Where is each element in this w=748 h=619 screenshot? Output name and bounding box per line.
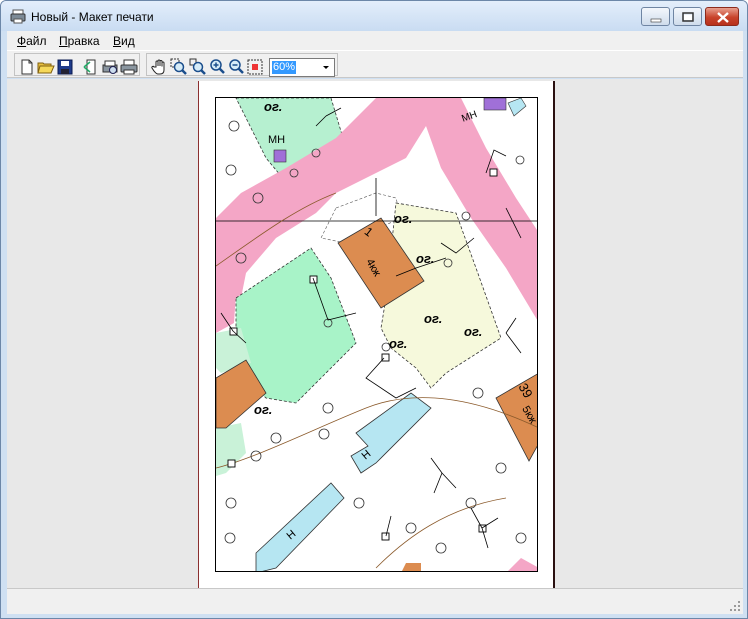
pan-hand-icon [151,59,165,75]
fit-page-button[interactable] [246,58,264,76]
zoom-in-area-button[interactable] [170,58,188,76]
chevron-down-icon[interactable] [318,59,334,76]
zoom-out-area-button[interactable] [189,58,207,76]
map-label-og6: ог. [389,336,407,351]
zoom-combobox[interactable]: 60% [269,58,335,77]
map-label-og1: ог. [264,99,282,114]
window-title: Новый - Макет печати [31,10,154,24]
printer-app-icon [10,9,26,24]
map-label-mn: МН [268,134,285,146]
map-label-og4: ог. [424,311,442,326]
zoom-in-icon [210,59,225,74]
zoom-value: 60% [272,61,296,74]
map-view[interactable]: ог. ог. ог. ог. ог. ог. ог. МН МН 1 4кж … [215,97,538,572]
menu-edit[interactable]: Правка [59,34,100,48]
close-icon [717,12,729,23]
open-button[interactable] [37,58,55,76]
new-document-icon [21,59,33,75]
minimize-button[interactable] [641,7,670,26]
map-label-og2: ог. [394,211,412,226]
save-button[interactable] [56,58,74,76]
page-setup-icon [83,59,96,75]
menu-view[interactable]: Вид [113,34,135,48]
status-bar [7,588,743,614]
zoom-in-button[interactable] [208,58,226,76]
file-toolbar-group [14,53,140,76]
zoom-out-icon [229,59,244,74]
print-preview-icon [102,60,118,74]
zoom-out-area-icon [189,58,206,75]
print-icon [120,59,138,75]
minimize-icon [650,18,662,23]
close-button[interactable] [705,7,739,26]
open-folder-icon [37,62,55,74]
fit-page-icon [247,59,263,75]
map-label-og5: ог. [464,324,482,339]
menu-bar: Файл Правка Вид [7,31,743,50]
application-window: Новый - Макет печати Файл Правка Вид 60%… [0,0,748,619]
maximize-button[interactable] [673,7,702,26]
title-bar[interactable]: Новый - Макет печати [1,1,747,31]
map-canvas: ог. ог. ог. ог. ог. ог. ог. МН МН 1 4кж … [216,98,537,571]
restore-icon [682,12,694,22]
page-setup-button[interactable] [82,58,100,76]
print-page: ог. ог. ог. ог. ог. ог. ог. МН МН 1 4кж … [198,81,555,589]
print-button[interactable] [120,58,138,76]
zoom-in-area-icon [170,58,187,75]
toolbar: 60% [7,50,743,78]
save-icon [57,59,73,75]
print-layout-area[interactable]: ог. ог. ог. ог. ог. ог. ог. МН МН 1 4кж … [7,79,743,589]
resize-grip-icon[interactable] [729,600,741,612]
new-document-button[interactable] [18,58,36,76]
map-label-og3: ог. [416,251,434,266]
map-label-og7: ог. [254,402,272,417]
pan-button[interactable] [151,58,169,76]
view-toolbar-group: 60% [146,53,338,77]
zoom-out-button[interactable] [227,58,245,76]
print-preview-button[interactable] [101,58,119,76]
menu-file[interactable]: Файл [17,34,47,48]
